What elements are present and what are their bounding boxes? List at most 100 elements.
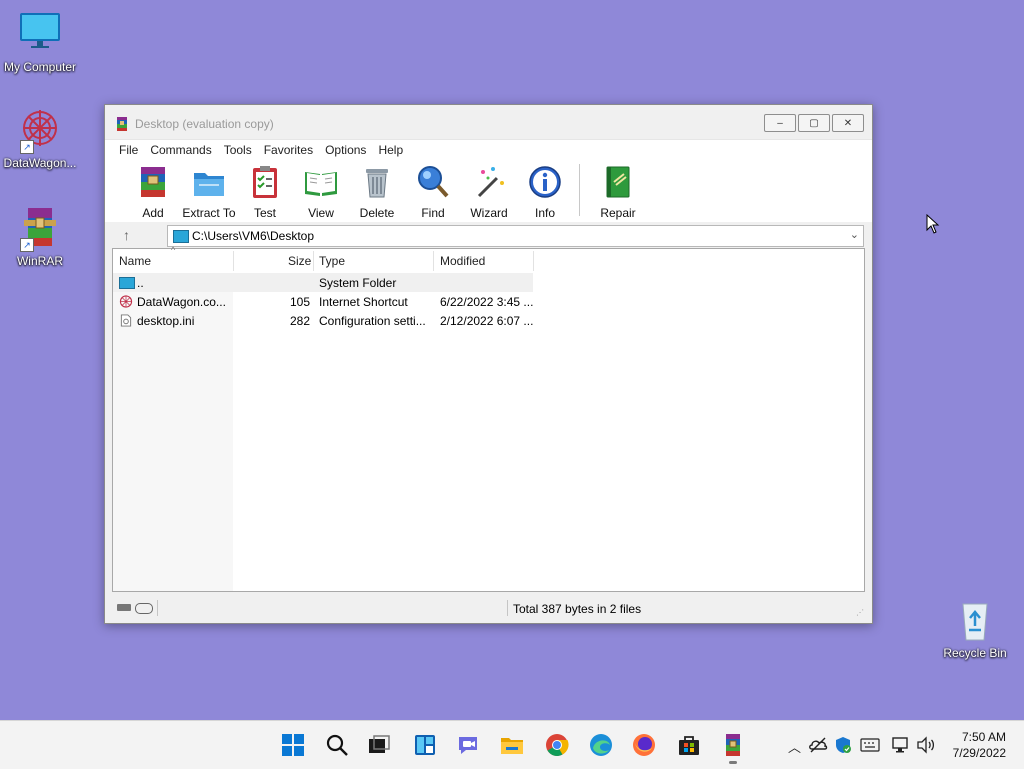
winrar-icon: ↗ <box>16 204 64 252</box>
column-divider <box>313 251 314 271</box>
column-divider <box>233 251 234 271</box>
task-view-icon[interactable] <box>367 733 391 757</box>
menu-options[interactable]: Options <box>319 143 372 157</box>
monitor-icon <box>16 10 64 58</box>
column-size[interactable]: Size <box>288 249 311 273</box>
wizard-button[interactable]: Wizard <box>461 164 517 220</box>
menu-bar: File Commands Tools Favorites Options He… <box>105 139 872 160</box>
delete-label: Delete <box>359 206 395 220</box>
chevron-up-icon[interactable]: ︿ <box>788 737 801 756</box>
column-divider <box>533 251 534 271</box>
file-modified: 2/12/2022 6:07 ... <box>440 314 534 328</box>
path-field[interactable]: C:\Users\VM6\Desktop ⌄ <box>167 225 864 247</box>
widgets-icon[interactable] <box>413 733 437 757</box>
windows-start-icon[interactable] <box>281 733 305 757</box>
winrar-icon[interactable] <box>721 733 745 757</box>
menu-tools[interactable]: Tools <box>218 143 258 157</box>
info-button[interactable]: Info <box>517 164 573 220</box>
folder-extract-icon <box>194 173 224 196</box>
trash-icon <box>366 169 388 198</box>
chrome-icon[interactable] <box>545 733 569 757</box>
search-icon[interactable] <box>325 733 349 757</box>
recycle-bin-icon <box>951 596 999 644</box>
find-button[interactable]: Find <box>405 164 461 220</box>
view-button[interactable]: View <box>293 164 349 220</box>
network-icon[interactable] <box>891 735 911 755</box>
add-label: Add <box>142 206 164 220</box>
magic-wand-icon <box>477 167 504 198</box>
up-folder-button[interactable]: ↑ <box>123 227 130 243</box>
maximize-button[interactable]: ▢ <box>798 114 830 132</box>
folder-icon <box>173 230 189 243</box>
path-text: C:\Users\VM6\Desktop <box>192 229 315 243</box>
file-explorer-icon[interactable] <box>500 733 524 757</box>
close-button[interactable]: ✕ <box>832 114 864 132</box>
column-type[interactable]: Type <box>319 249 345 273</box>
menu-commands[interactable]: Commands <box>144 143 217 157</box>
column-divider <box>433 251 434 271</box>
chevron-down-icon[interactable]: ⌄ <box>850 228 859 241</box>
desktop-icon-winrar[interactable]: ↗ WinRAR <box>0 204 80 268</box>
file-type: Internet Shortcut <box>319 295 408 309</box>
status-divider <box>507 600 508 616</box>
mouse-pointer-icon <box>926 214 940 234</box>
edge-icon[interactable] <box>589 733 613 757</box>
address-bar: ↑ C:\Users\VM6\Desktop ⌄ <box>105 222 872 248</box>
menu-file[interactable]: File <box>113 143 144 157</box>
repair-button[interactable]: Repair <box>590 164 646 220</box>
status-text: Total 387 bytes in 2 files <box>513 602 642 616</box>
active-app-indicator <box>729 761 737 764</box>
add-button[interactable]: Add <box>125 164 181 220</box>
file-list[interactable]: ^ Name Size Type Modified .. System Fold… <box>112 245 865 592</box>
security-icon[interactable] <box>833 735 853 755</box>
menu-favorites[interactable]: Favorites <box>258 143 319 157</box>
test-button[interactable]: Test <box>237 164 293 220</box>
view-label: View <box>308 206 334 220</box>
resize-grip-icon[interactable]: ⋰ <box>856 608 864 617</box>
chat-icon[interactable] <box>456 733 480 757</box>
toolbar: Add Extract To Test View Delete Find Wiz… <box>105 160 872 222</box>
info-icon <box>529 166 561 198</box>
store-icon[interactable] <box>677 733 701 757</box>
winrar-window: Desktop (evaluation copy) ‒ ▢ ✕ File Com… <box>104 104 873 624</box>
volume-icon[interactable] <box>916 735 936 755</box>
file-name: DataWagon.co... <box>137 295 226 309</box>
drive-icon[interactable] <box>117 604 131 611</box>
desktop-icon-label: Recycle Bin <box>943 646 1007 660</box>
table-row[interactable]: DataWagon.co... 105 Internet Shortcut 6/… <box>113 292 533 311</box>
extract-to-label: Extract To <box>182 206 236 220</box>
system-clock[interactable]: 7:50 AM 7/29/2022 <box>953 729 1006 761</box>
book-view-icon <box>305 172 337 196</box>
wizard-label: Wizard <box>470 206 508 220</box>
desktop-icon-recycle-bin[interactable]: Recycle Bin <box>935 596 1015 660</box>
extract-to-button[interactable]: Extract To <box>181 164 237 220</box>
shortcut-arrow-icon: ↗ <box>20 238 34 252</box>
minimize-button[interactable]: ‒ <box>764 114 796 132</box>
title-bar[interactable]: Desktop (evaluation copy) ‒ ▢ ✕ <box>105 105 872 139</box>
archive-add-icon <box>141 167 165 197</box>
window-title: Desktop (evaluation copy) <box>135 117 274 131</box>
onedrive-icon[interactable] <box>808 735 828 755</box>
clock-date: 7/29/2022 <box>952 746 1006 760</box>
desktop-icon-my-computer[interactable]: My Computer <box>0 10 80 74</box>
taskbar: ︿ 7:50 AM 7/29/2022 <box>0 720 1024 769</box>
firefox-icon[interactable] <box>632 733 656 757</box>
config-file-icon <box>120 314 132 327</box>
first-aid-book-icon <box>606 166 630 198</box>
column-name[interactable]: Name <box>119 249 151 273</box>
desktop-icon-datawagon[interactable]: ↗ DataWagon... <box>0 106 80 170</box>
table-row[interactable]: desktop.ini 282 Configuration setti... 2… <box>113 311 533 330</box>
table-row[interactable]: .. System Folder <box>113 273 533 292</box>
status-bar: Total 387 bytes in 2 files ⋰ <box>105 593 872 623</box>
keyboard-icon[interactable] <box>860 736 880 754</box>
repair-label: Repair <box>600 206 636 220</box>
clipboard-test-icon <box>253 166 277 198</box>
column-modified[interactable]: Modified <box>440 249 485 273</box>
file-size: 105 <box>290 295 311 309</box>
delete-button[interactable]: Delete <box>349 164 405 220</box>
test-label: Test <box>253 206 276 220</box>
column-header: ^ Name Size Type Modified <box>113 245 864 273</box>
key-icon[interactable] <box>135 603 153 614</box>
file-type: System Folder <box>319 276 397 290</box>
menu-help[interactable]: Help <box>372 143 409 157</box>
